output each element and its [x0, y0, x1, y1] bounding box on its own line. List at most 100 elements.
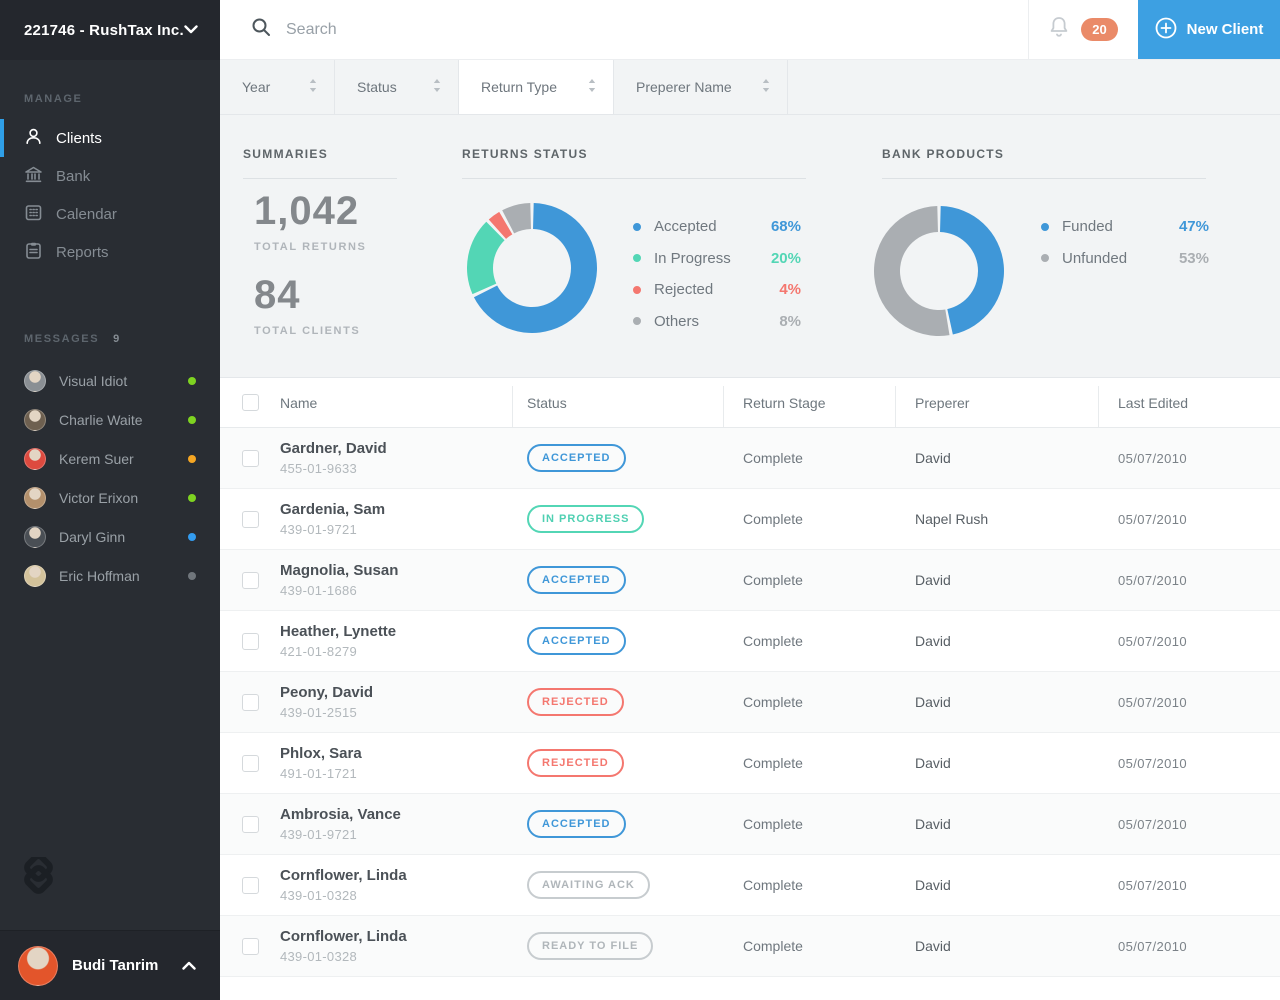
message-contact[interactable]: Visual Idiot — [0, 361, 220, 400]
client-name: Gardner, David — [280, 440, 387, 457]
client-name: Gardenia, Sam — [280, 501, 385, 518]
sidebar-item-bank[interactable]: Bank — [0, 157, 220, 195]
client-ssn: 439-01-1686 — [280, 583, 357, 598]
status-pill: AWAITING ACK — [527, 871, 650, 899]
client-name: Heather, Lynette — [280, 623, 396, 640]
return-stage: Complete — [743, 450, 803, 466]
contact-name: Eric Hoffman — [59, 568, 188, 584]
returns-status-donut — [467, 203, 597, 333]
return-stage: Complete — [743, 511, 803, 527]
legend-item: Accepted 68% — [633, 211, 801, 243]
column-header-last-edited[interactable]: Last Edited — [1098, 378, 1280, 427]
preparer: David — [915, 572, 951, 588]
message-contact[interactable]: Daryl Ginn — [0, 517, 220, 556]
message-contact[interactable]: Charlie Waite — [0, 400, 220, 439]
manage-section-label: MANAGE — [0, 93, 220, 105]
message-contact[interactable]: Victor Erixon — [0, 478, 220, 517]
filter-status[interactable]: Status — [335, 60, 459, 114]
legend-item: Funded 47% — [1041, 211, 1209, 243]
search-input[interactable] — [286, 21, 786, 39]
row-checkbox[interactable] — [242, 938, 259, 955]
new-client-label: New Client — [1187, 21, 1264, 38]
filter-return-type[interactable]: Return Type — [459, 60, 614, 114]
return-stage: Complete — [743, 572, 803, 588]
row-checkbox[interactable] — [242, 877, 259, 894]
legend-item: Rejected 4% — [633, 274, 801, 306]
message-contact[interactable]: Eric Hoffman — [0, 556, 220, 595]
filter-bar: Year Status Return Type Preperer Name — [220, 60, 1280, 115]
row-checkbox[interactable] — [242, 450, 259, 467]
table-row[interactable]: Phlox, Sara 491-01-1721 REJECTED Complet… — [220, 733, 1280, 794]
table-row[interactable]: Gardenia, Sam 439-01-9721 IN PROGRESS Co… — [220, 489, 1280, 550]
message-contact[interactable]: Kerem Suer — [0, 439, 220, 478]
table-row[interactable]: Magnolia, Susan 439-01-1686 ACCEPTED Com… — [220, 550, 1280, 611]
summaries-title: SUMMARIES — [243, 147, 328, 161]
avatar — [24, 409, 46, 431]
legend-marker-icon — [633, 254, 641, 262]
search-bar — [220, 0, 1028, 59]
return-stage: Complete — [743, 938, 803, 954]
sorter-icon — [309, 79, 317, 95]
client-cell: Cornflower, Linda 439-01-0328 — [280, 916, 512, 976]
row-checkbox[interactable] — [242, 572, 259, 589]
user-menu[interactable]: Budi Tanrim — [0, 930, 220, 1000]
notifications[interactable]: 20 — [1028, 0, 1138, 59]
client-ssn: 439-01-9721 — [280, 522, 357, 537]
client-cell: Heather, Lynette 421-01-8279 — [280, 611, 512, 671]
last-edited: 05/07/2010 — [1118, 695, 1187, 710]
legend-marker-icon — [1041, 254, 1049, 262]
filter-year[interactable]: Year — [220, 60, 335, 114]
client-ssn: 491-01-1721 — [280, 766, 357, 781]
sidebar-item-calendar[interactable]: Calendar — [0, 195, 220, 233]
column-header-preparer[interactable]: Preperer — [895, 378, 1098, 427]
company-switcher[interactable]: 221746 - RushTax Inc. — [0, 0, 220, 60]
sidebar-item-label: Reports — [56, 244, 109, 261]
status-pill: ACCEPTED — [527, 566, 626, 594]
row-checkbox[interactable] — [242, 694, 259, 711]
chevron-down-icon — [184, 21, 198, 39]
filter-preparer-name[interactable]: Preperer Name — [614, 60, 788, 114]
client-ssn: 439-01-0328 — [280, 888, 357, 903]
avatar — [24, 448, 46, 470]
contact-name: Victor Erixon — [59, 490, 188, 506]
table-row[interactable]: Heather, Lynette 421-01-8279 ACCEPTED Co… — [220, 611, 1280, 672]
row-checkbox[interactable] — [242, 755, 259, 772]
column-header-name[interactable]: Name — [280, 378, 512, 427]
sidebar-item-reports[interactable]: Reports — [0, 233, 220, 271]
total-returns-label: TOTAL RETURNS — [254, 241, 366, 253]
sorter-icon — [762, 79, 770, 95]
row-checkbox[interactable] — [242, 633, 259, 650]
total-returns-value: 1,042 — [254, 189, 366, 234]
table-header: Name Status Return Stage Preperer Last E… — [220, 378, 1280, 428]
preparer: David — [915, 816, 951, 832]
sidebar-item-clients[interactable]: Clients — [0, 119, 220, 157]
table-row[interactable]: Peony, David 439-01-2515 REJECTED Comple… — [220, 672, 1280, 733]
topbar: 20 New Client — [220, 0, 1280, 60]
select-all-checkbox[interactable] — [242, 394, 259, 411]
legend-value: 47% — [1179, 218, 1209, 235]
search-icon — [251, 17, 271, 42]
table-row[interactable]: Cornflower, Linda 439-01-0328 READY TO F… — [220, 916, 1280, 977]
new-client-button[interactable]: New Client — [1138, 0, 1280, 59]
legend-label: Others — [654, 313, 779, 330]
table-row[interactable]: Ambrosia, Vance 439-01-9721 ACCEPTED Com… — [220, 794, 1280, 855]
total-clients-stat: 84 TOTAL CLIENTS — [254, 273, 360, 337]
column-header-return-stage[interactable]: Return Stage — [723, 378, 895, 427]
chevron-up-icon — [182, 957, 196, 975]
table-row[interactable]: Gardner, David 455-01-9633 ACCEPTED Comp… — [220, 428, 1280, 489]
row-checkbox[interactable] — [242, 816, 259, 833]
returns-status-title: RETURNS STATUS — [462, 147, 588, 161]
client-ssn: 439-01-2515 — [280, 705, 357, 720]
filter-label: Year — [242, 79, 270, 95]
filter-label: Status — [357, 79, 397, 95]
legend-label: Funded — [1062, 218, 1179, 235]
sorter-icon — [588, 79, 596, 95]
column-header-status[interactable]: Status — [512, 378, 723, 427]
table-body: Gardner, David 455-01-9633 ACCEPTED Comp… — [220, 428, 1280, 977]
table-row[interactable]: Cornflower, Linda 439-01-0328 AWAITING A… — [220, 855, 1280, 916]
bank-products-title: BANK PRODUCTS — [882, 147, 1004, 161]
preparer: David — [915, 755, 951, 771]
clients-icon — [24, 127, 43, 150]
client-name: Phlox, Sara — [280, 745, 362, 762]
row-checkbox[interactable] — [242, 511, 259, 528]
